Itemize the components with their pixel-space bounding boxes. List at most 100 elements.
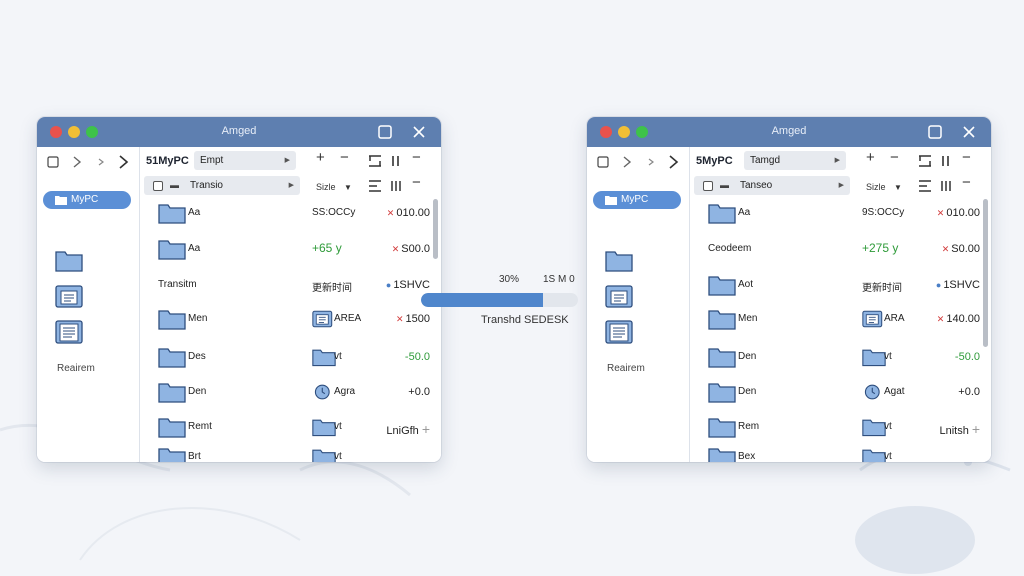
sort-caret-icon[interactable]: ▼ bbox=[344, 182, 352, 194]
sidebar-label[interactable]: Reairem bbox=[57, 363, 95, 374]
file-row[interactable]: Den Agra +0.0 bbox=[140, 378, 430, 408]
document-icon[interactable] bbox=[605, 320, 633, 344]
minus-icon[interactable]: − bbox=[412, 175, 421, 190]
pause-icon[interactable] bbox=[940, 155, 952, 167]
file-row[interactable]: Men ARA ✕ 140.00 bbox=[690, 305, 980, 335]
file-row[interactable]: Aa 9S:OCCy ✕ 010.00 bbox=[690, 199, 980, 229]
forward-small-icon[interactable] bbox=[645, 154, 657, 170]
sidebar-item-mypc[interactable]: MyPC bbox=[593, 191, 681, 209]
minus-icon[interactable]: − bbox=[962, 175, 971, 190]
sidebar-item-label: MyPC bbox=[621, 194, 649, 205]
sort-caret-icon[interactable]: ▼ bbox=[894, 182, 902, 194]
file-value: ✕ 010.00 bbox=[387, 207, 430, 219]
document-icon[interactable] bbox=[55, 320, 83, 344]
title-bar[interactable]: Amged bbox=[37, 117, 441, 147]
file-row[interactable]: Aa SS:OCCy ✕ 010.00 bbox=[140, 199, 430, 229]
minus-icon[interactable]: − bbox=[890, 150, 899, 165]
file-row[interactable]: Ceodeem +275 y ✕ S0.00 bbox=[690, 235, 980, 265]
select-all-checkbox[interactable] bbox=[703, 181, 713, 191]
folder-icon[interactable] bbox=[55, 249, 83, 273]
columns-icon[interactable] bbox=[390, 180, 402, 192]
file-name: Bex bbox=[738, 451, 756, 462]
location-combo[interactable]: Tamgd ▶ bbox=[744, 151, 846, 170]
chevron-right-icon[interactable] bbox=[667, 154, 679, 170]
sidebar-item-label: MyPC bbox=[71, 194, 99, 205]
file-info: 9S:OCCy bbox=[862, 207, 905, 218]
maximize-icon[interactable] bbox=[927, 124, 943, 140]
file-row[interactable]: Remt vt LniGfh + bbox=[140, 413, 430, 443]
columns-icon[interactable] bbox=[940, 180, 952, 192]
progress-percent: 30% bbox=[499, 274, 520, 285]
file-value-text: S0.00 bbox=[951, 243, 980, 255]
close-icon[interactable] bbox=[411, 124, 427, 140]
document-folder-icon[interactable] bbox=[605, 284, 633, 308]
forward-icon[interactable] bbox=[71, 154, 83, 170]
progress-size: 1S M 0 bbox=[543, 274, 575, 285]
file-name: Transitm bbox=[158, 279, 197, 290]
file-row[interactable]: Transitm 更新时间 ● 1SHVC bbox=[140, 271, 430, 301]
title-bar[interactable]: Amged bbox=[587, 117, 991, 147]
select-all-checkbox[interactable] bbox=[153, 181, 163, 191]
list-icon[interactable] bbox=[918, 180, 932, 192]
sidebar-item-mypc[interactable]: MyPC bbox=[43, 191, 131, 209]
progress-track bbox=[421, 293, 578, 307]
document-folder-icon[interactable] bbox=[55, 284, 83, 308]
layout-icon[interactable] bbox=[918, 155, 932, 167]
file-info: +275 y bbox=[862, 241, 899, 255]
layout-icon[interactable] bbox=[368, 155, 382, 167]
minus-icon[interactable]: − bbox=[412, 150, 421, 165]
path-toolbar: 51MyPC Empt ▶ + − − bbox=[140, 150, 441, 172]
maximize-icon[interactable] bbox=[377, 124, 393, 140]
status-mark: ✕ bbox=[936, 208, 945, 218]
chevron-right-icon: ▶ bbox=[834, 157, 840, 164]
file-row[interactable]: Rem vt Lnitsh + bbox=[690, 413, 980, 443]
checkbox-icon[interactable] bbox=[47, 154, 59, 170]
filter-combo[interactable]: ▬ Tanseo ▶ bbox=[694, 176, 850, 195]
file-name: Den bbox=[188, 386, 207, 397]
forward-icon[interactable] bbox=[621, 154, 633, 170]
plus-icon[interactable]: + bbox=[316, 150, 325, 165]
file-name: Brt bbox=[188, 451, 201, 462]
list-icon[interactable] bbox=[368, 180, 382, 192]
minus-icon[interactable]: − bbox=[962, 150, 971, 165]
file-row[interactable]: Den vt -50.0 bbox=[690, 343, 980, 373]
file-info: ARA bbox=[884, 313, 905, 324]
file-value-text: S00.0 bbox=[401, 243, 430, 255]
size-column-label[interactable]: Sizle bbox=[316, 181, 336, 193]
file-name: Rem bbox=[738, 421, 760, 432]
plus-icon[interactable]: + bbox=[422, 421, 430, 437]
folder-icon bbox=[312, 349, 336, 367]
file-row[interactable]: Aa +65 y ✕ S00.0 bbox=[140, 235, 430, 265]
plus-icon[interactable]: + bbox=[866, 150, 875, 165]
close-icon[interactable] bbox=[961, 124, 977, 140]
file-row[interactable]: Brt vt bbox=[140, 443, 430, 462]
file-row[interactable]: Bex vt bbox=[690, 443, 980, 462]
file-row[interactable]: Men AREA ✕ 1500 bbox=[140, 305, 430, 335]
file-row[interactable]: Aot 更新时间 ● 1SHVC bbox=[690, 271, 980, 301]
forward-small-icon[interactable] bbox=[95, 154, 107, 170]
size-column-label[interactable]: Sizle bbox=[866, 181, 886, 193]
file-value: ✕ S00.0 bbox=[392, 243, 430, 255]
file-row[interactable]: Des vt -50.0 bbox=[140, 343, 430, 373]
plus-icon[interactable]: + bbox=[972, 421, 980, 437]
scrollbar[interactable] bbox=[983, 199, 988, 347]
pause-icon[interactable] bbox=[390, 155, 402, 167]
file-row[interactable]: Den Agat +0.0 bbox=[690, 378, 980, 408]
checkbox-icon[interactable] bbox=[597, 154, 609, 170]
folder-icon bbox=[708, 310, 736, 330]
file-info: Agra bbox=[334, 386, 356, 397]
file-value-text: 010.00 bbox=[396, 207, 430, 219]
file-info: 更新时间 bbox=[312, 283, 352, 294]
location-combo[interactable]: Empt ▶ bbox=[194, 151, 296, 170]
minus-icon[interactable]: − bbox=[340, 150, 349, 165]
status-mark: ✕ bbox=[941, 244, 950, 254]
chevron-right-icon[interactable] bbox=[117, 154, 129, 170]
folder-icon bbox=[158, 448, 186, 462]
scrollbar[interactable] bbox=[433, 199, 438, 259]
folder-icon[interactable] bbox=[605, 249, 633, 273]
filter-combo[interactable]: ▬ Transio ▶ bbox=[144, 176, 300, 195]
file-name: Aot bbox=[738, 279, 754, 290]
file-name: Des bbox=[188, 351, 206, 362]
sidebar-label[interactable]: Reairem bbox=[607, 363, 645, 374]
file-value-text: -50.0 bbox=[954, 351, 980, 363]
